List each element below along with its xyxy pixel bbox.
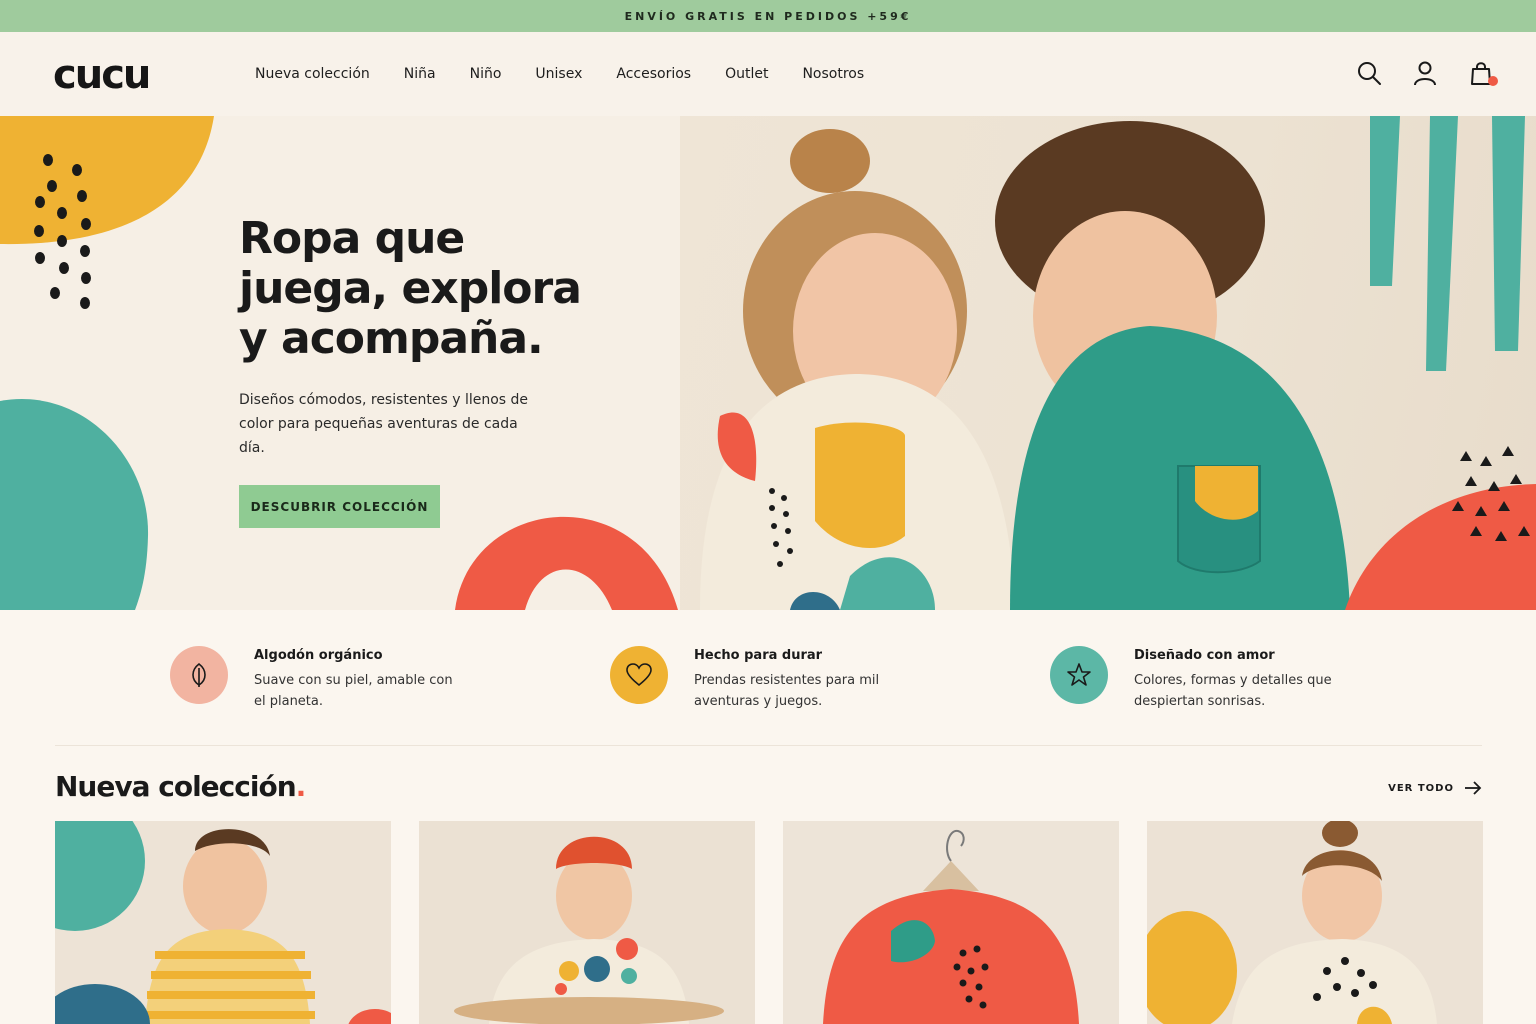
- nav-nueva-coleccion[interactable]: Nueva colección: [255, 66, 370, 82]
- nav-nosotros[interactable]: Nosotros: [802, 66, 864, 82]
- hero-subtitle: Diseños cómodos, resistentes y llenos de…: [239, 392, 529, 456]
- feature-desc: Suave con su piel, amable con el planeta…: [254, 673, 453, 709]
- product-card[interactable]: [783, 821, 1119, 1024]
- hero-section: Ropa que juega, explora y acompaña. Dise…: [0, 116, 1536, 610]
- promo-bar: ENVÍO GRATIS EN PEDIDOS +59€: [0, 0, 1536, 32]
- hero-title: Ropa que juega, explora y acompaña.: [239, 213, 582, 364]
- promo-text: ENVÍO GRATIS EN PEDIDOS +59€: [624, 9, 912, 23]
- main-nav: Nueva colección Niña Niño Unisex Accesor…: [255, 32, 898, 116]
- feature-title: Algodón orgánico: [254, 648, 383, 663]
- see-all-link[interactable]: VER TODO: [1388, 781, 1482, 795]
- title-dot: .: [295, 770, 307, 803]
- arrow-right-icon: [1465, 781, 1482, 795]
- nav-nina[interactable]: Niña: [404, 66, 436, 82]
- feature-title: Diseñado con amor: [1134, 648, 1275, 663]
- section-title: Nueva colección.: [55, 770, 307, 803]
- feature-desc: Prendas resistentes para mil aventuras y…: [694, 673, 880, 709]
- section-title-text: Nueva colección: [55, 770, 297, 803]
- feature-organic-cotton: Algodón orgánico Suave con su piel, amab…: [170, 646, 550, 716]
- search-icon[interactable]: [1356, 60, 1382, 86]
- feature-title: Hecho para durar: [694, 648, 823, 663]
- leaf-icon: [170, 646, 228, 704]
- site-header: cucu Nueva colección Niña Niño Unisex Ac…: [0, 32, 1536, 116]
- nav-outlet[interactable]: Outlet: [725, 66, 768, 82]
- product-card[interactable]: [55, 821, 391, 1024]
- hero-image: [680, 116, 1536, 610]
- nav-nino[interactable]: Niño: [470, 66, 502, 82]
- heart-icon: [610, 646, 668, 704]
- see-all-label: VER TODO: [1388, 782, 1454, 794]
- features-row: Algodón orgánico Suave con su piel, amab…: [0, 610, 1536, 746]
- logo[interactable]: cucu: [53, 52, 151, 98]
- discover-collection-button[interactable]: DESCUBRIR COLECCIÓN: [239, 485, 440, 528]
- cart-icon[interactable]: [1468, 60, 1498, 86]
- cart-badge: [1488, 76, 1498, 86]
- feature-durable: Hecho para durar Prendas resistentes par…: [610, 646, 990, 716]
- nav-accesorios[interactable]: Accesorios: [616, 66, 691, 82]
- feature-desc: Colores, formas y detalles que despierta…: [1134, 673, 1332, 709]
- star-icon: [1050, 646, 1108, 704]
- feature-designed-love: Diseñado con amor Colores, formas y deta…: [1050, 646, 1430, 716]
- product-card[interactable]: [419, 821, 755, 1024]
- user-icon[interactable]: [1412, 60, 1438, 86]
- header-icons: [1356, 60, 1498, 86]
- product-card[interactable]: [1147, 821, 1483, 1024]
- nav-unisex[interactable]: Unisex: [535, 66, 582, 82]
- divider: [55, 745, 1482, 746]
